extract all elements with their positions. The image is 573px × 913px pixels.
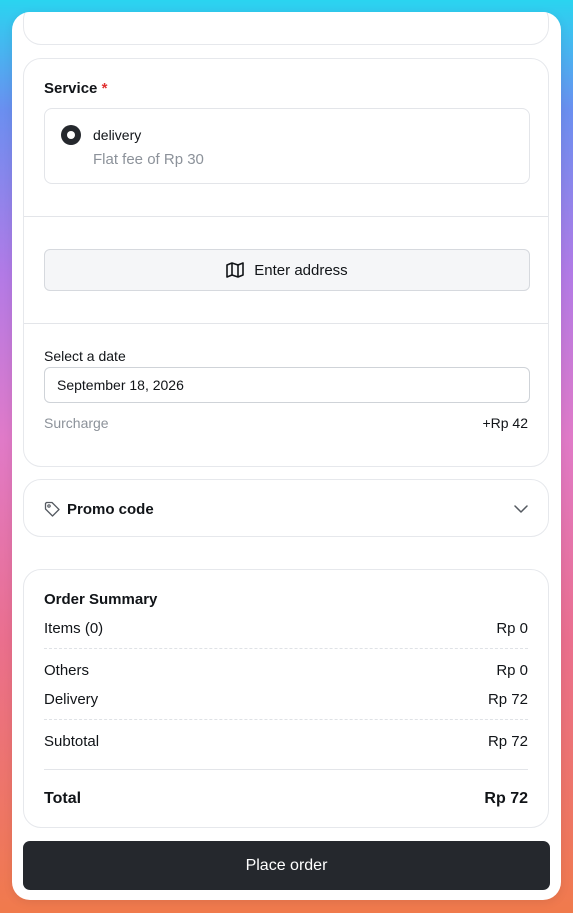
top-card bbox=[23, 12, 549, 45]
surcharge-label: Surcharge bbox=[44, 415, 109, 431]
divider bbox=[24, 323, 548, 324]
service-card: Service * delivery Flat fee of Rp 30 Ent… bbox=[23, 58, 549, 467]
order-summary-title: Order Summary bbox=[44, 591, 158, 608]
subtotal-value: Rp 72 bbox=[487, 733, 528, 750]
required-mark: * bbox=[101, 80, 108, 97]
option-name: delivery bbox=[93, 127, 142, 143]
delivery-label: Delivery bbox=[44, 691, 99, 708]
radio-selected-icon[interactable] bbox=[61, 125, 81, 145]
divider bbox=[44, 648, 528, 649]
place-order-button[interactable]: Place order bbox=[23, 841, 550, 890]
divider bbox=[44, 719, 528, 720]
total-label: Total bbox=[44, 790, 82, 807]
delivery-value: Rp 72 bbox=[487, 691, 528, 708]
subtotal-label: Subtotal bbox=[44, 733, 100, 750]
enter-address-button[interactable]: Enter address bbox=[44, 249, 530, 291]
others-label: Others bbox=[44, 662, 90, 679]
date-input[interactable]: September 18, 2026 bbox=[44, 367, 530, 403]
order-summary-card: Order Summary Items (0) Rp 0 Others Rp 0… bbox=[23, 569, 549, 828]
others-value: Rp 0 bbox=[496, 662, 528, 679]
chevron-down-icon[interactable] bbox=[514, 505, 528, 513]
surcharge-value: +Rp 42 bbox=[482, 415, 528, 431]
tag-icon bbox=[44, 501, 60, 517]
enter-address-label: Enter address bbox=[254, 261, 348, 279]
promo-code-label: Promo code bbox=[67, 501, 154, 518]
checkout-panel: Service * delivery Flat fee of Rp 30 Ent… bbox=[12, 12, 561, 900]
map-icon bbox=[226, 262, 245, 278]
service-option-delivery[interactable]: delivery Flat fee of Rp 30 bbox=[44, 108, 530, 184]
items-label: Items (0) bbox=[44, 620, 104, 637]
total-value: Rp 72 bbox=[484, 790, 528, 807]
divider bbox=[24, 216, 548, 217]
items-value: Rp 0 bbox=[496, 620, 528, 637]
service-label: Service * bbox=[44, 80, 108, 97]
date-value: September 18, 2026 bbox=[57, 377, 184, 393]
divider bbox=[44, 769, 528, 770]
option-description: Flat fee of Rp 30 bbox=[93, 151, 204, 168]
promo-card[interactable]: Promo code bbox=[23, 479, 549, 537]
date-label: Select a date bbox=[44, 348, 126, 364]
